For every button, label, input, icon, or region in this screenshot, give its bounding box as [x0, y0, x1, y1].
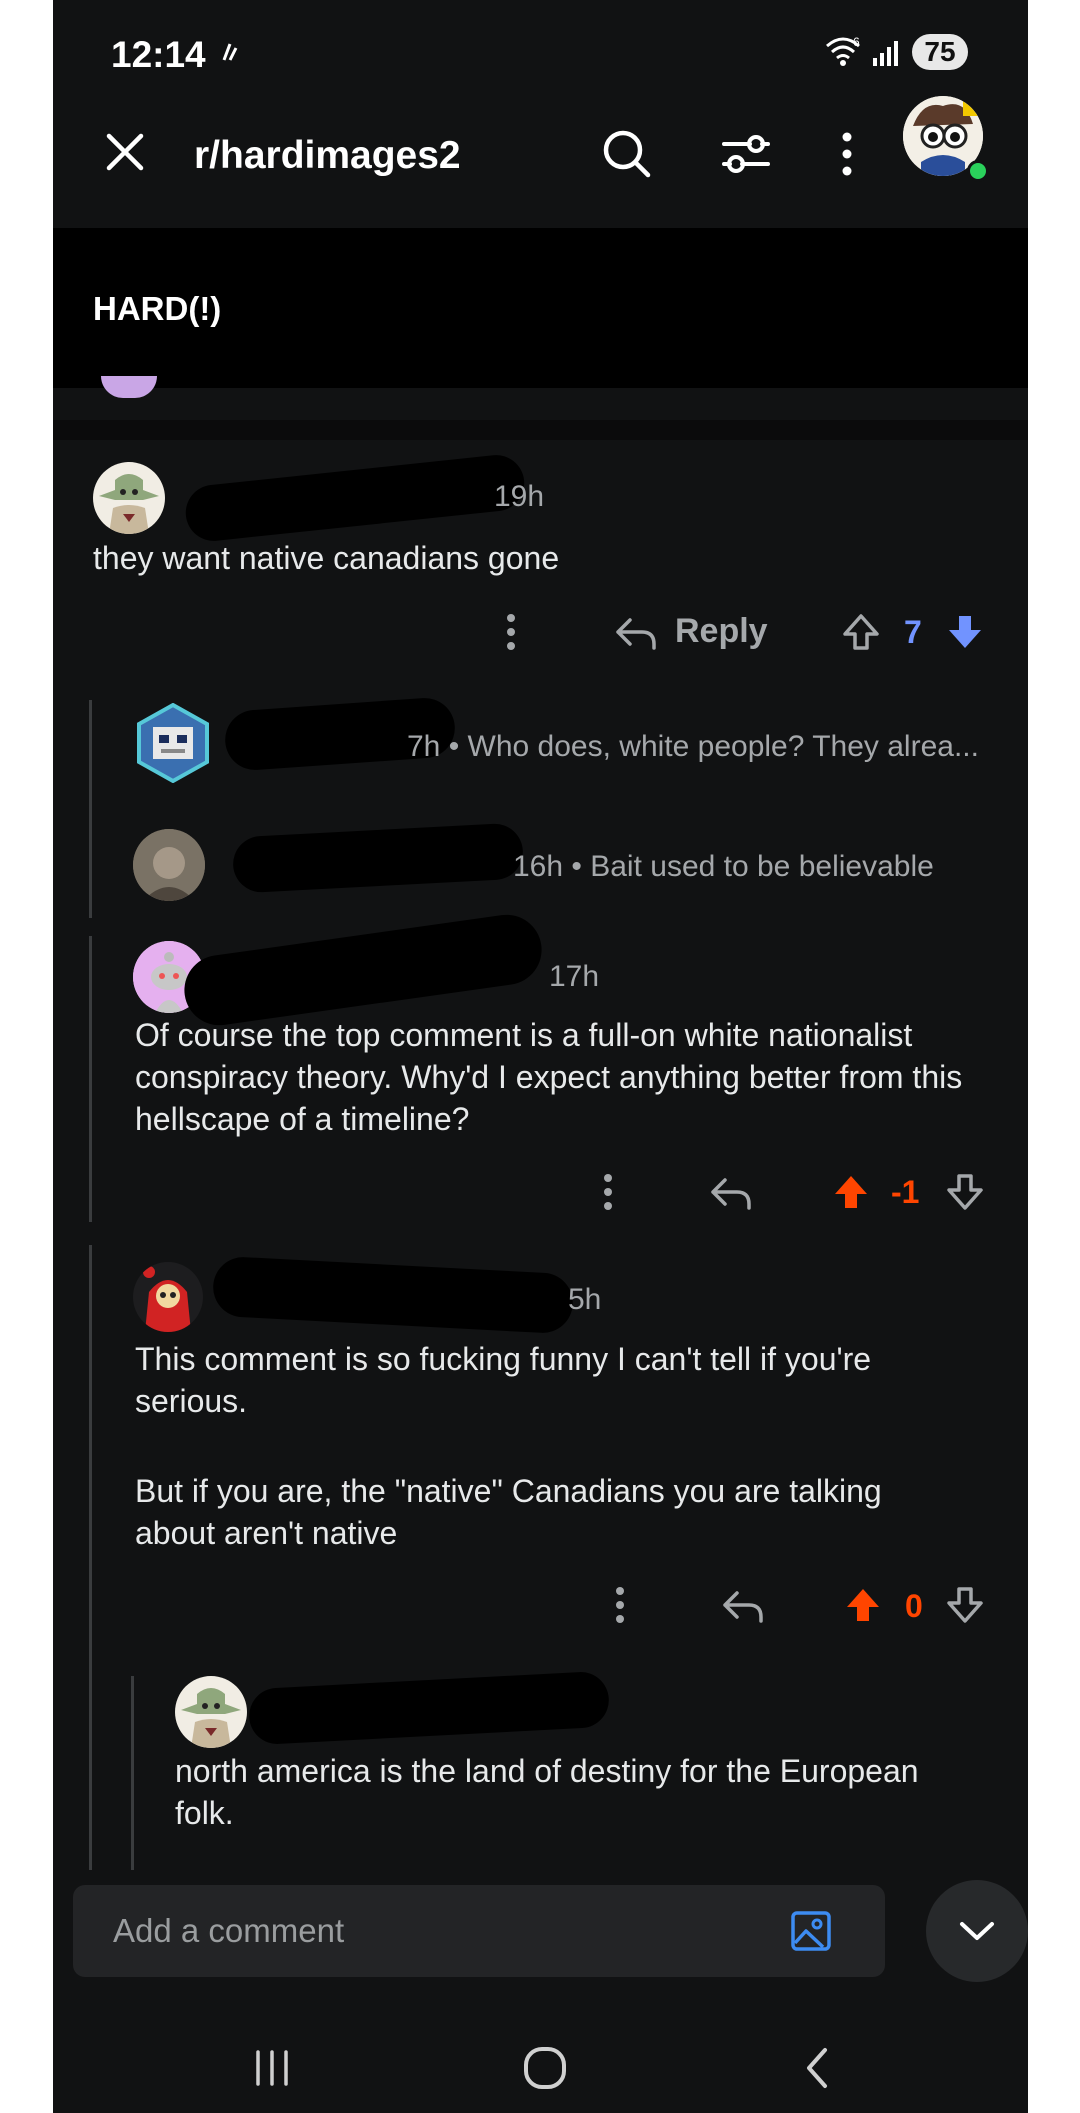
wifi-icon: 6 [826, 35, 860, 66]
vote-count: 0 [905, 1588, 923, 1624]
comment-meta: 16h • Bait used to be believable [513, 850, 934, 883]
comment-meta: 17h [549, 960, 600, 993]
scroll-down-button[interactable] [926, 1880, 1028, 1982]
comment-avatar[interactable] [93, 462, 165, 534]
comment-text: This comment is so fucking funny I can't… [135, 1341, 872, 1419]
back-icon[interactable] [799, 2044, 835, 2092]
comment-meta: 7h • Who does, white people? They alrea.… [407, 730, 979, 763]
comment-meta: 19h [494, 480, 545, 513]
image-attach-icon[interactable] [789, 1909, 833, 1953]
svg-text:6: 6 [853, 35, 860, 49]
redacted-username [231, 822, 525, 894]
photo-avatar-image [133, 829, 205, 901]
close-icon[interactable] [103, 130, 147, 174]
recent-apps-icon[interactable] [250, 2048, 294, 2088]
post-title-banner[interactable]: HARD(!) [53, 228, 1028, 388]
upvote-icon[interactable] [843, 1585, 883, 1625]
reply-icon[interactable] [614, 612, 658, 652]
app-screen: 12:14 6 75 r/hardimages2 HARD(!) 19h the… [53, 0, 1028, 2113]
comment-avatar[interactable] [133, 829, 205, 901]
comment-text: north america is the land of destiny for… [175, 1753, 919, 1831]
more-options-icon[interactable] [839, 130, 855, 178]
upvote-icon[interactable] [841, 612, 881, 652]
more-options-icon[interactable] [601, 1172, 615, 1212]
downvote-icon[interactable] [945, 1172, 985, 1212]
comment-text: Of course the top comment is a full-on w… [135, 1017, 963, 1137]
yoda-avatar-image [99, 474, 159, 534]
home-icon[interactable] [521, 2044, 569, 2092]
thread-line [131, 1676, 134, 1870]
reply-icon[interactable] [709, 1172, 753, 1212]
thread-line [89, 700, 92, 918]
reply-icon[interactable] [721, 1585, 765, 1625]
system-nav-bar [53, 2000, 1028, 2113]
comment-composer[interactable]: Add a comment [73, 1885, 885, 1977]
status-time: 12:14 [111, 34, 206, 75]
redacted-username [247, 1670, 611, 1746]
redacted-username [183, 452, 527, 544]
post-flair-title: HARD(!) [93, 290, 222, 327]
chevron-down-icon [960, 1922, 994, 1940]
battery-indicator: 75 [912, 34, 968, 70]
red-hood-avatar-image [143, 1266, 191, 1332]
comment-avatar[interactable] [133, 703, 213, 783]
more-options-icon[interactable] [504, 612, 518, 652]
section-divider [53, 420, 1028, 440]
thread-line [89, 1245, 92, 1870]
redacted-username [211, 1255, 575, 1335]
top-app-bar: r/hardimages2 [53, 100, 1028, 228]
online-status-dot [967, 160, 989, 182]
upvote-icon[interactable] [831, 1172, 871, 1212]
partial-avatar [101, 376, 157, 398]
reply-button[interactable]: Reply [675, 612, 768, 651]
thread-line [89, 936, 92, 1222]
subreddit-title[interactable]: r/hardimages2 [194, 134, 461, 178]
comment-meta: 5h [568, 1283, 602, 1316]
filter-icon[interactable] [720, 130, 772, 178]
comment-text: they want native canadians gone [93, 540, 560, 576]
vote-count: 7 [904, 614, 922, 650]
comment-input[interactable]: Add a comment [113, 1912, 344, 1950]
more-options-icon[interactable] [613, 1585, 627, 1625]
status-bar: 12:14 6 75 [53, 0, 1028, 100]
downvote-icon[interactable] [945, 612, 985, 652]
data-activity-icon [222, 43, 238, 61]
comment-avatar[interactable] [133, 1262, 203, 1332]
yoda-avatar-image [181, 1688, 241, 1748]
vote-count: -1 [891, 1174, 920, 1210]
robot-avatar-image [137, 703, 209, 783]
comment-text: But if you are, the "native" Canadians y… [135, 1473, 882, 1551]
signal-icon [873, 41, 898, 66]
search-icon[interactable] [601, 128, 653, 180]
redacted-username [179, 910, 547, 1030]
comment-avatar[interactable] [175, 1676, 247, 1748]
downvote-icon[interactable] [945, 1585, 985, 1625]
